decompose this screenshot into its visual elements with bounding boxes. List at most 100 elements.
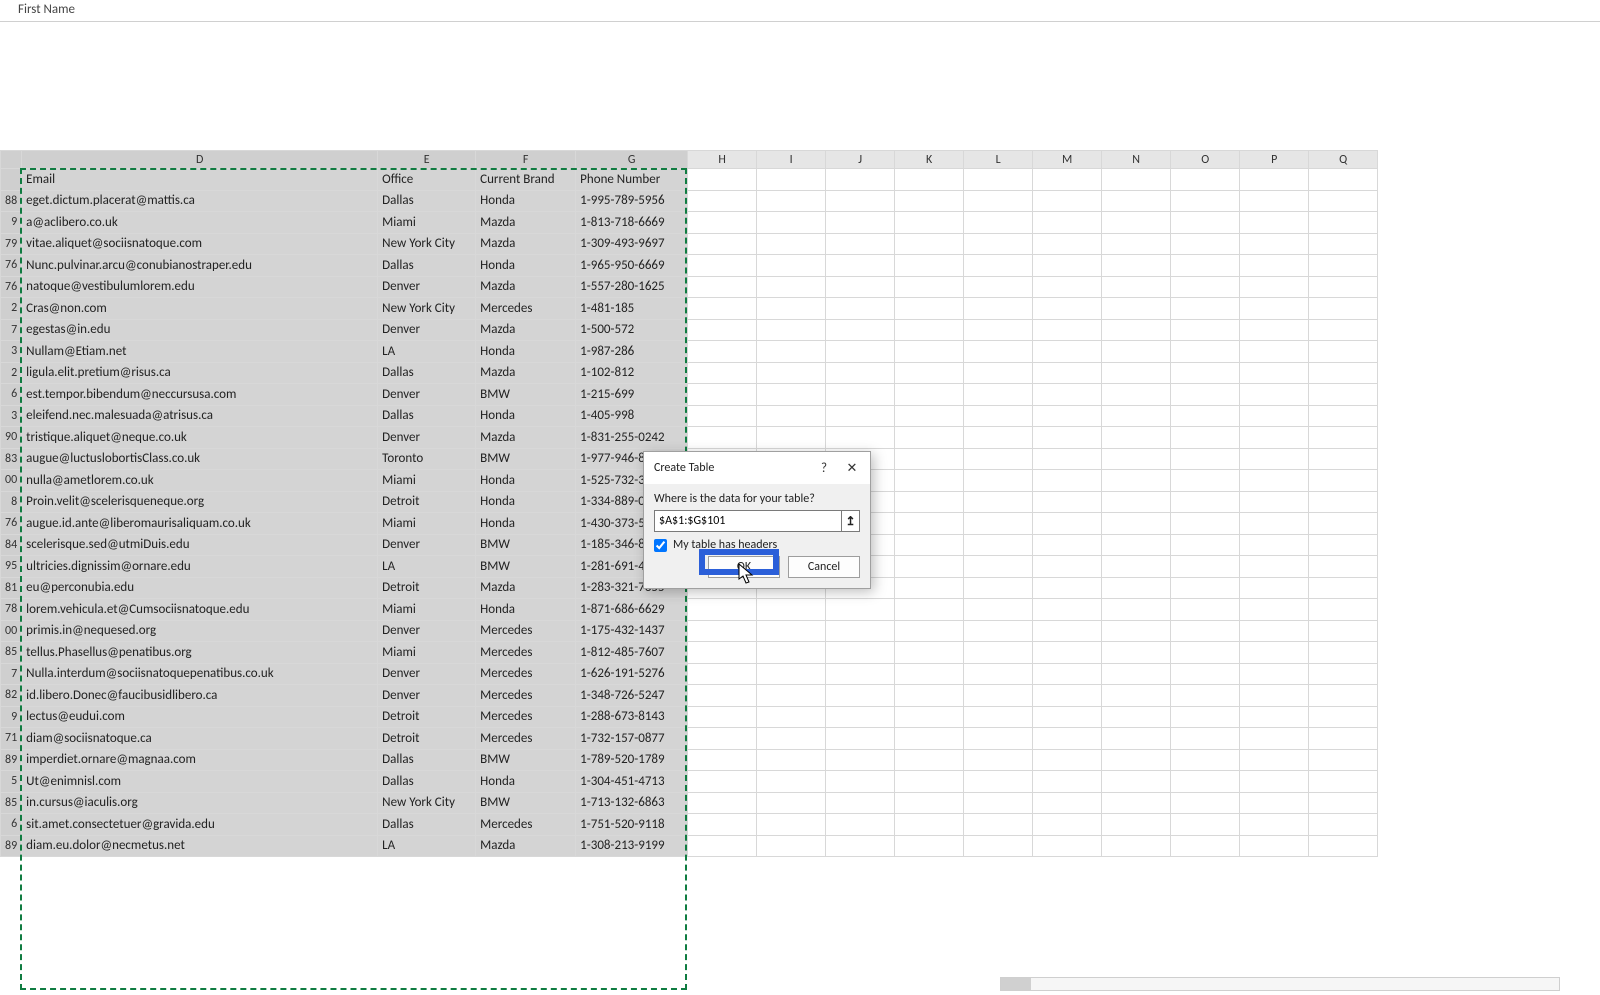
empty-cell[interactable] [1102,341,1171,363]
empty-cell[interactable] [1102,169,1171,191]
data-cell[interactable]: imperdiet.ornare@magnaa.com [22,749,378,771]
empty-cell[interactable] [1033,556,1102,578]
data-cell[interactable]: lorem.vehicula.et@Cumsociisnatoque.edu [22,599,378,621]
empty-cell[interactable] [1309,233,1378,255]
empty-cell[interactable] [688,405,757,427]
data-cell[interactable]: New York City [378,792,476,814]
empty-cell[interactable] [895,792,964,814]
empty-cell[interactable] [1171,814,1240,836]
data-cell[interactable]: Detroit [378,706,476,728]
data-cell[interactable]: scelerisque.sed@utmiDuis.edu [22,534,378,556]
data-cell[interactable]: id.libero.Donec@faucibusidlibero.ca [22,685,378,707]
data-cell[interactable]: tristique.aliquet@neque.co.uk [22,427,378,449]
empty-cell[interactable] [757,749,826,771]
data-cell[interactable]: Denver [378,663,476,685]
column-header[interactable]: I [757,151,826,169]
data-cell[interactable]: LA [378,556,476,578]
empty-cell[interactable] [895,491,964,513]
data-cell[interactable]: a@aclibero.co.uk [22,212,378,234]
empty-cell[interactable] [1102,190,1171,212]
data-cell[interactable]: diam.eu.dolor@necmetus.net [22,835,378,857]
empty-cell[interactable] [1171,491,1240,513]
data-cell[interactable]: Denver [378,276,476,298]
empty-cell[interactable] [1240,513,1309,535]
empty-cell[interactable] [757,233,826,255]
empty-cell[interactable] [688,212,757,234]
row-header[interactable]: 2 [1,298,22,320]
data-cell[interactable]: 1-309-493-9697 [576,233,688,255]
empty-cell[interactable] [895,771,964,793]
empty-cell[interactable] [1171,319,1240,341]
row-header[interactable]: 85 [1,792,22,814]
data-cell[interactable]: New York City [378,233,476,255]
empty-cell[interactable] [1240,749,1309,771]
empty-cell[interactable] [964,513,1033,535]
empty-cell[interactable] [1240,792,1309,814]
empty-cell[interactable] [895,427,964,449]
data-cell[interactable]: 1-813-718-6669 [576,212,688,234]
empty-cell[interactable] [1240,771,1309,793]
empty-cell[interactable] [826,384,895,406]
empty-cell[interactable] [757,792,826,814]
cancel-button[interactable]: Cancel [788,556,860,578]
row-header[interactable]: 79 [1,233,22,255]
empty-cell[interactable] [1033,835,1102,857]
row-header[interactable]: 95 [1,556,22,578]
dialog-titlebar[interactable]: Create Table ? ✕ [644,452,870,484]
data-cell[interactable]: primis.in@nequesed.org [22,620,378,642]
empty-cell[interactable] [1309,470,1378,492]
data-cell[interactable]: Mercedes [476,298,576,320]
data-cell[interactable]: Honda [476,599,576,621]
empty-cell[interactable] [1309,362,1378,384]
data-cell[interactable]: BMW [476,384,576,406]
empty-cell[interactable] [826,169,895,191]
empty-cell[interactable] [688,384,757,406]
empty-cell[interactable] [895,319,964,341]
empty-cell[interactable] [1240,685,1309,707]
empty-cell[interactable] [1102,319,1171,341]
empty-cell[interactable] [895,706,964,728]
column-header[interactable]: P [1240,151,1309,169]
empty-cell[interactable] [1171,341,1240,363]
empty-cell[interactable] [895,642,964,664]
range-picker-button[interactable]: ↥ [841,511,859,531]
empty-cell[interactable] [964,599,1033,621]
empty-cell[interactable] [826,276,895,298]
empty-cell[interactable] [826,620,895,642]
empty-cell[interactable] [964,190,1033,212]
empty-cell[interactable] [1033,749,1102,771]
data-cell[interactable]: 1-732-157-0877 [576,728,688,750]
data-cell[interactable]: 1-215-699 [576,384,688,406]
data-cell[interactable]: Honda [476,341,576,363]
empty-cell[interactable] [1309,835,1378,857]
empty-cell[interactable] [688,233,757,255]
data-cell[interactable]: 1-987-286 [576,341,688,363]
data-cell[interactable]: 1-308-213-9199 [576,835,688,857]
empty-cell[interactable] [1033,448,1102,470]
empty-cell[interactable] [688,706,757,728]
empty-cell[interactable] [1102,642,1171,664]
empty-cell[interactable] [1171,599,1240,621]
empty-cell[interactable] [1102,534,1171,556]
empty-cell[interactable] [964,556,1033,578]
empty-cell[interactable] [688,427,757,449]
data-cell[interactable]: Denver [378,685,476,707]
data-cell[interactable]: 1-965-950-6669 [576,255,688,277]
empty-cell[interactable] [757,341,826,363]
data-cell[interactable]: BMW [476,749,576,771]
empty-cell[interactable] [895,169,964,191]
column-header[interactable]: M [1033,151,1102,169]
data-cell[interactable]: tellus.Phasellus@penatibus.org [22,642,378,664]
empty-cell[interactable] [1033,771,1102,793]
data-cell[interactable]: BMW [476,534,576,556]
empty-cell[interactable] [688,599,757,621]
empty-cell[interactable] [1033,341,1102,363]
empty-cell[interactable] [895,556,964,578]
empty-cell[interactable] [1171,405,1240,427]
empty-cell[interactable] [964,835,1033,857]
empty-cell[interactable] [895,233,964,255]
empty-cell[interactable] [1033,685,1102,707]
empty-cell[interactable] [826,255,895,277]
data-cell[interactable]: Proin.velit@scelerisqueneque.org [22,491,378,513]
data-cell[interactable]: Mercedes [476,642,576,664]
